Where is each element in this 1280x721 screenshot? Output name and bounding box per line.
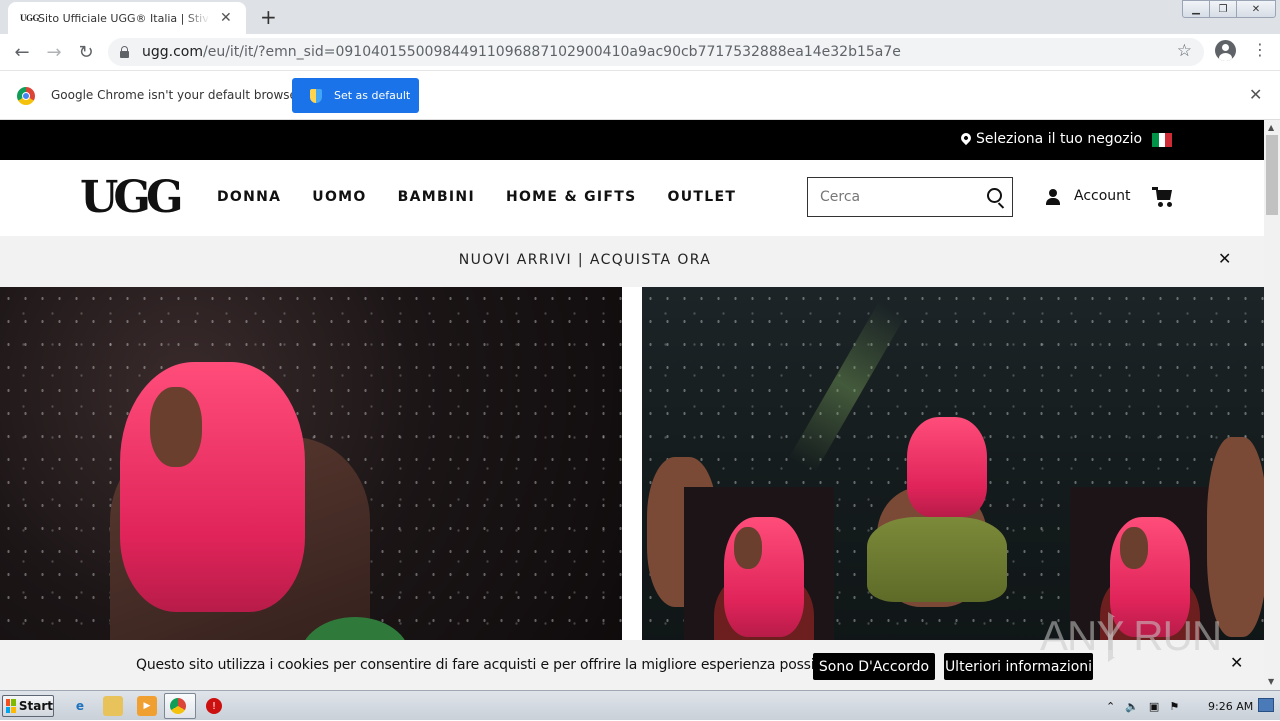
- browser-tab-strip: UGG Sito Ufficiale UGG® Italia | Stivali…: [0, 0, 1280, 34]
- scroll-up-icon[interactable]: ▲: [1268, 123, 1274, 132]
- windows-taskbar: Start e ▶ ! ⌃ 🔈 ▣ ⚑ 9:26 AM: [0, 690, 1280, 720]
- taskbar-clock[interactable]: 9:26 AM: [1208, 700, 1253, 713]
- system-tray: ⌃ 🔈 ▣ ⚑: [1106, 691, 1189, 721]
- window-minimize-button[interactable]: ▁: [1182, 0, 1210, 18]
- set-as-default-button[interactable]: Set as default: [292, 78, 419, 113]
- infobar-message: Google Chrome isn't your default browser: [51, 88, 302, 102]
- tab-close-icon[interactable]: ✕: [220, 10, 232, 26]
- infobar-close-icon[interactable]: ✕: [1249, 85, 1262, 104]
- address-bar[interactable]: ugg.com/eu/it/it/?emn_sid=09104015500984…: [108, 38, 1204, 66]
- star-icon[interactable]: ☆: [1177, 41, 1192, 61]
- ugg-favicon-icon: UGG: [20, 13, 40, 23]
- opera-icon[interactable]: !: [206, 698, 222, 714]
- promo-link[interactable]: NUOVI ARRIVI | ACQUISTA ORA: [0, 252, 1170, 268]
- dancer-right-shape: [1207, 437, 1264, 637]
- profile-avatar-icon[interactable]: [1215, 40, 1236, 61]
- promo-close-icon[interactable]: ✕: [1218, 249, 1231, 268]
- cookie-agree-button[interactable]: Sono D'Accordo: [813, 653, 935, 680]
- scroll-down-icon[interactable]: ▼: [1268, 677, 1274, 686]
- url-path: /eu/it/it/?emn_sid=091040155009844911096…: [203, 44, 901, 60]
- ugg-logo[interactable]: UGG: [80, 172, 184, 223]
- chrome-logo-icon: [17, 87, 35, 105]
- start-label: Start: [18, 699, 53, 713]
- hero-image-left[interactable]: [0, 287, 622, 690]
- file-explorer-icon[interactable]: [103, 696, 123, 716]
- new-tab-icon[interactable]: +: [260, 5, 277, 29]
- set-as-default-label: Set as default: [334, 89, 411, 102]
- nav-item-donna[interactable]: DONNA: [217, 189, 281, 205]
- nav-item-bambini[interactable]: BAMBINI: [398, 189, 475, 205]
- url-host: ugg.com: [142, 44, 203, 60]
- account-icon[interactable]: [1046, 189, 1060, 205]
- webpage-viewport: Seleziona il tuo negozio UGG DONNA UOMO …: [0, 120, 1264, 690]
- media-player-icon[interactable]: ▶: [137, 696, 157, 716]
- store-selector[interactable]: Seleziona il tuo negozio: [976, 131, 1142, 147]
- cart-icon[interactable]: [1152, 187, 1174, 207]
- nav-item-outlet[interactable]: OUTLET: [668, 189, 737, 205]
- nav-item-home-gifts[interactable]: HOME & GIFTS: [506, 189, 637, 205]
- tab-title: Sito Ufficiale UGG® Italia | Stivali, Pa…: [38, 11, 210, 25]
- browser-tab[interactable]: UGG Sito Ufficiale UGG® Italia | Stivali…: [8, 2, 246, 34]
- forward-arrow-icon[interactable]: →: [42, 40, 66, 64]
- main-nav: DONNA UOMO BAMBINI HOME & GIFTS OUTLET: [217, 189, 767, 205]
- network-icon[interactable]: ▣: [1149, 700, 1159, 713]
- scroll-thumb[interactable]: [1266, 135, 1278, 215]
- start-button[interactable]: Start: [2, 695, 54, 717]
- internet-explorer-icon[interactable]: e: [70, 696, 90, 716]
- show-desktop-icon[interactable]: [1258, 698, 1274, 712]
- center-pink-hair: [907, 417, 987, 517]
- back-arrow-icon[interactable]: ←: [10, 40, 34, 64]
- tray-expand-icon[interactable]: ⌃: [1106, 700, 1115, 713]
- url-text: ugg.com/eu/it/it/?emn_sid=09104015500984…: [142, 44, 901, 60]
- face-shape: [150, 387, 202, 467]
- nav-item-uomo[interactable]: UOMO: [312, 189, 366, 205]
- shield-icon: [310, 88, 322, 103]
- page-scrollbar[interactable]: ▲ ▼: [1264, 120, 1280, 690]
- windows-logo-icon: [6, 699, 16, 713]
- window-maximize-button[interactable]: ❐: [1209, 0, 1237, 18]
- promo-banner: NUOVI ARRIVI | ACQUISTA ORA ✕: [0, 236, 1264, 287]
- inset-face: [1120, 527, 1148, 569]
- search-icon[interactable]: [987, 188, 1002, 203]
- cookie-close-icon[interactable]: ✕: [1230, 653, 1243, 672]
- pink-hair-shape: [120, 362, 305, 612]
- utility-bar: Seleziona il tuo negozio: [0, 120, 1264, 160]
- account-link[interactable]: Account: [1074, 188, 1131, 204]
- search-box: [807, 177, 1013, 217]
- chrome-taskbar-icon: [170, 698, 186, 714]
- reload-icon[interactable]: ↻: [74, 40, 98, 64]
- cookie-message: Questo sito utilizza i cookies per conse…: [136, 657, 844, 673]
- inset-face: [734, 527, 762, 569]
- location-pin-icon: [958, 130, 974, 146]
- window-close-button[interactable]: ✕: [1236, 0, 1276, 18]
- default-browser-infobar: Google Chrome isn't your default browser…: [0, 71, 1280, 120]
- volume-icon[interactable]: 🔈: [1125, 700, 1139, 713]
- action-center-flag-icon[interactable]: ⚑: [1169, 700, 1179, 713]
- lock-icon: [120, 45, 129, 58]
- site-header: UGG DONNA UOMO BAMBINI HOME & GIFTS OUTL…: [0, 160, 1264, 236]
- green-dress-shape: [867, 517, 1007, 602]
- chrome-menu-icon[interactable]: ⋮: [1252, 42, 1268, 58]
- search-input[interactable]: [820, 189, 975, 205]
- italy-flag-icon[interactable]: [1152, 133, 1173, 147]
- browser-toolbar: ← → ↻ ugg.com/eu/it/it/?emn_sid=09104015…: [0, 34, 1280, 71]
